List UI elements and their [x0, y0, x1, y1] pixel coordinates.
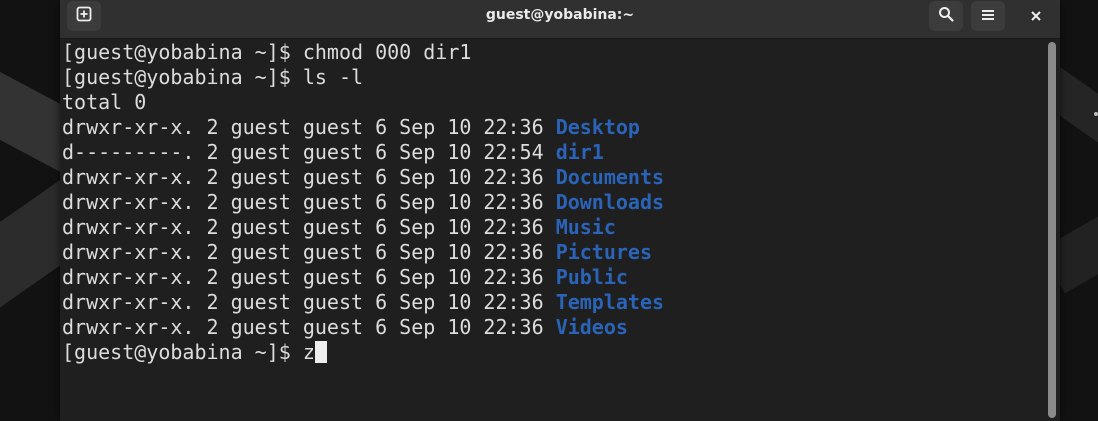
text-cursor — [314, 341, 327, 363]
directory-name: Templates — [555, 290, 665, 314]
listing-meta: drwxr-xr-x. 2 guest guest 6 Sep 10 22:36 — [62, 165, 556, 189]
directory-name: Videos — [555, 315, 628, 339]
listing-row: drwxr-xr-x. 2 guest guest 6 Sep 10 22:36… — [62, 165, 664, 190]
listing-row: drwxr-xr-x. 2 guest guest 6 Sep 10 22:36… — [62, 265, 628, 290]
directory-name: Documents — [555, 165, 665, 189]
listing-meta: drwxr-xr-x. 2 guest guest 6 Sep 10 22:36 — [62, 115, 556, 139]
window-title: guest@yobabina:~ — [485, 7, 635, 23]
listing-meta: drwxr-xr-x. 2 guest guest 6 Sep 10 22:36 — [62, 215, 556, 239]
listing-row: drwxr-xr-x. 2 guest guest 6 Sep 10 22:36… — [62, 190, 664, 215]
close-icon — [1030, 7, 1042, 26]
new-tab-button[interactable] — [67, 1, 101, 31]
close-button[interactable] — [1018, 1, 1054, 31]
menu-button[interactable] — [971, 1, 1005, 31]
terminal-window: guest@yobabina:~ [guest@yobabina ~]$ chm… — [60, 0, 1060, 421]
titlebar: guest@yobabina:~ — [60, 0, 1060, 39]
shell-prompt: [guest@yobabina ~]$ — [62, 340, 303, 364]
directory-name: Desktop — [555, 115, 640, 139]
listing-row: drwxr-xr-x. 2 guest guest 6 Sep 10 22:36… — [62, 240, 652, 265]
terminal-output[interactable]: [guest@yobabina ~]$ chmod 000 dir1 [gues… — [60, 39, 1044, 421]
listing-meta: d---------. 2 guest guest 6 Sep 10 22:54 — [62, 140, 556, 164]
listing-meta: drwxr-xr-x. 2 guest guest 6 Sep 10 22:36 — [62, 265, 556, 289]
terminal-line: [guest@yobabina ~]$ chmod 000 dir1 — [62, 40, 472, 64]
terminal-line: [guest@yobabina ~]$ ls -l — [62, 65, 364, 89]
directory-name: Pictures — [555, 240, 653, 264]
listing-meta: drwxr-xr-x. 2 guest guest 6 Sep 10 22:36 — [62, 190, 556, 214]
listing-row: drwxr-xr-x. 2 guest guest 6 Sep 10 22:36… — [62, 215, 616, 240]
search-button[interactable] — [929, 1, 963, 31]
new-tab-icon — [76, 6, 92, 26]
hamburger-menu-icon — [981, 7, 995, 26]
listing-row: drwxr-xr-x. 2 guest guest 6 Sep 10 22:36… — [62, 290, 664, 315]
listing-row: drwxr-xr-x. 2 guest guest 6 Sep 10 22:36… — [62, 115, 640, 140]
listing-meta: drwxr-xr-x. 2 guest guest 6 Sep 10 22:36 — [62, 240, 556, 264]
prompt-line[interactable]: [guest@yobabina ~]$ z — [62, 340, 327, 365]
scrollbar[interactable] — [1048, 42, 1056, 418]
wallpaper-dot — [1094, 112, 1098, 116]
terminal-line: total 0 — [62, 90, 147, 114]
directory-name: Public — [555, 265, 628, 289]
listing-row: d---------. 2 guest guest 6 Sep 10 22:54… — [62, 140, 604, 165]
listing-meta: drwxr-xr-x. 2 guest guest 6 Sep 10 22:36 — [62, 315, 556, 339]
directory-name: Downloads — [555, 190, 665, 214]
listing-meta: drwxr-xr-x. 2 guest guest 6 Sep 10 22:36 — [62, 290, 556, 314]
directory-name: dir1 — [555, 140, 604, 164]
directory-name: Music — [555, 215, 616, 239]
command-input[interactable]: z — [303, 340, 315, 364]
search-icon — [938, 6, 954, 26]
listing-row: drwxr-xr-x. 2 guest guest 6 Sep 10 22:36… — [62, 315, 628, 340]
